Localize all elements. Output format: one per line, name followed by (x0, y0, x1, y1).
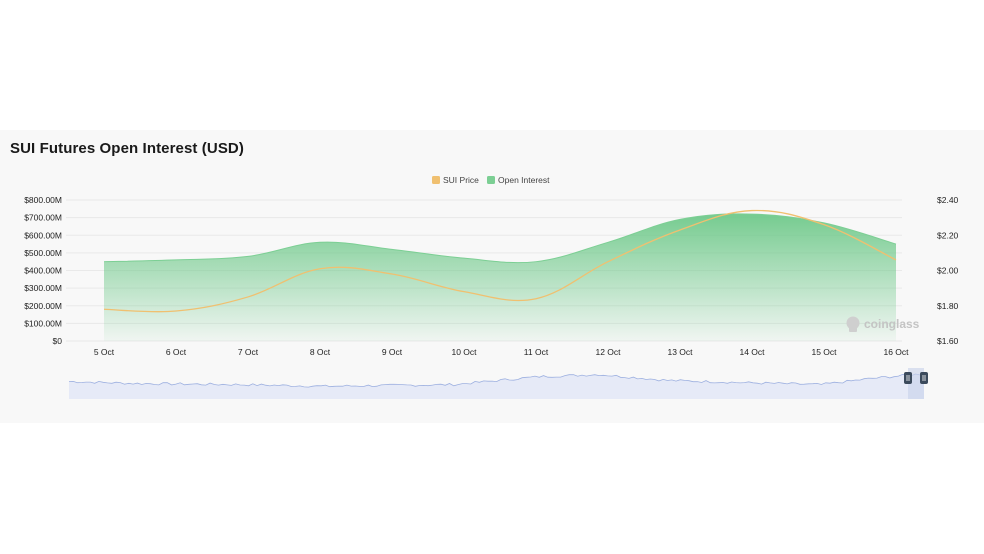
y-right-tick-label: $1.80 (937, 301, 959, 311)
open-interest-chart[interactable]: $0 $100.00M $200.00M $300.00M $400.00M $500.0… (0, 0, 984, 554)
legend[interactable]: SUI Price Open Interest (432, 175, 550, 185)
x-tick-label: 12 Oct (595, 347, 621, 357)
navigator-right-handle[interactable] (920, 372, 928, 384)
right-y-axis: $1.60 $1.80 $2.00 $2.20 $2.40 (937, 195, 959, 346)
handle-grip[interactable] (920, 372, 928, 384)
y-right-tick-label: $2.40 (937, 195, 959, 205)
x-tick-label: 10 Oct (451, 347, 477, 357)
legend-item-sui-price[interactable]: SUI Price (432, 175, 479, 185)
watermark-text: coinglass (864, 317, 920, 331)
x-tick-label: 16 Oct (883, 347, 909, 357)
navigator-left-handle[interactable] (904, 372, 912, 384)
y-left-tick-label: $0 (53, 336, 63, 346)
navigator-area (69, 374, 924, 399)
y-left-tick-label: $400.00M (24, 266, 62, 276)
left-y-axis: $0 $100.00M $200.00M $300.00M $400.00M $500.0… (24, 195, 62, 346)
y-right-tick-label: $1.60 (937, 336, 959, 346)
legend-label: Open Interest (498, 175, 550, 185)
x-tick-label: 5 Oct (94, 347, 115, 357)
x-tick-label: 14 Oct (739, 347, 765, 357)
legend-swatch (487, 176, 495, 184)
x-tick-label: 15 Oct (811, 347, 837, 357)
x-tick-label: 6 Oct (166, 347, 187, 357)
x-tick-label: 13 Oct (667, 347, 693, 357)
legend-item-open-interest[interactable]: Open Interest (487, 175, 550, 185)
y-left-tick-label: $600.00M (24, 230, 62, 240)
x-tick-label: 11 Oct (524, 347, 549, 357)
y-left-tick-label: $500.00M (24, 248, 62, 258)
x-tick-label: 8 Oct (310, 347, 331, 357)
handle-grip[interactable] (904, 372, 912, 384)
y-right-tick-label: $2.00 (937, 266, 959, 276)
y-left-tick-label: $100.00M (24, 318, 62, 328)
x-axis: 5 Oct 6 Oct 7 Oct 8 Oct 9 Oct 10 Oct 11 Oct 12 … (94, 347, 909, 357)
open-interest-series[interactable] (103, 213, 897, 341)
y-left-tick-label: $800.00M (24, 195, 62, 205)
y-left-tick-label: $200.00M (24, 301, 62, 311)
y-right-tick-label: $2.20 (937, 230, 959, 240)
legend-swatch (432, 176, 440, 184)
y-left-tick-label: $300.00M (24, 283, 62, 293)
range-navigator[interactable] (68, 368, 928, 399)
x-tick-label: 9 Oct (382, 347, 403, 357)
open-interest-area[interactable] (104, 213, 896, 341)
coinglass-logo-base (849, 326, 857, 332)
y-left-tick-label: $700.00M (24, 213, 62, 223)
legend-label: SUI Price (443, 175, 479, 185)
x-tick-label: 7 Oct (238, 347, 259, 357)
